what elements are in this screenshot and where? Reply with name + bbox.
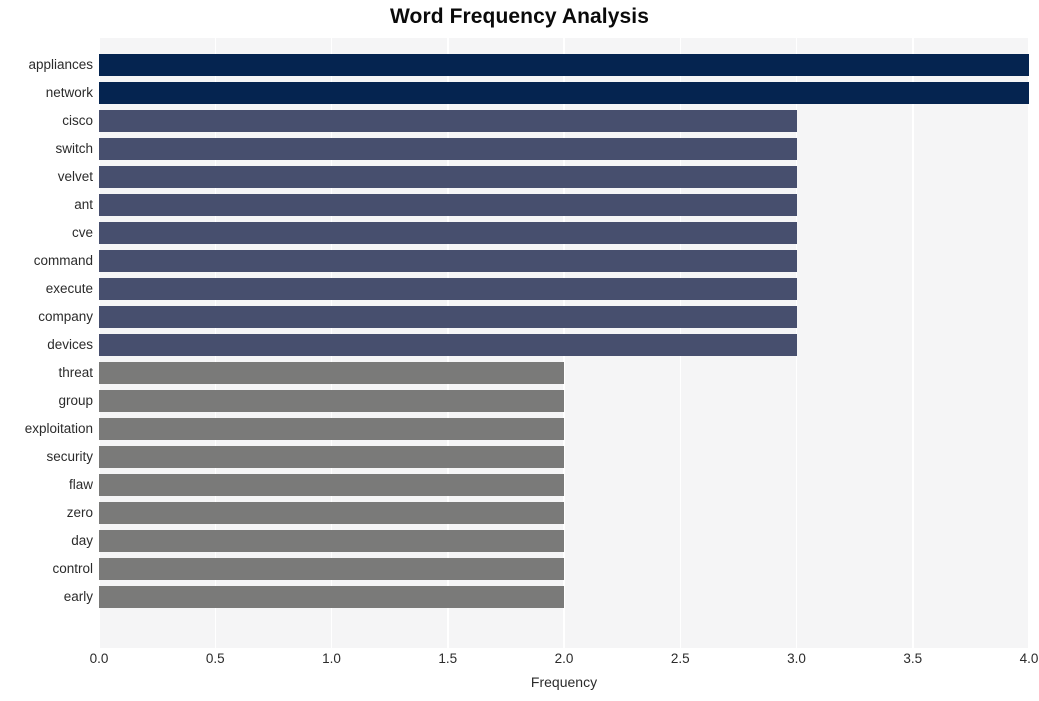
x-tick-2.5: 2.5 xyxy=(670,651,690,666)
x-tick-0.0: 0.0 xyxy=(89,651,109,666)
bar-exploitation[interactable] xyxy=(99,418,564,440)
bar-network[interactable] xyxy=(99,82,1029,104)
y-axis-label-velvet: velvet xyxy=(57,169,93,184)
bar-zero[interactable] xyxy=(99,502,564,524)
bar-early[interactable] xyxy=(99,586,564,608)
x-tick-3.0: 3.0 xyxy=(787,651,806,666)
x-tick-3.5: 3.5 xyxy=(903,651,923,666)
y-axis-label-cve: cve xyxy=(71,225,93,240)
x-tick-1.0: 1.0 xyxy=(322,651,341,666)
y-axis-label-switch: switch xyxy=(55,141,93,156)
bar-appliances[interactable] xyxy=(99,54,1029,76)
y-axis-label-flaw: flaw xyxy=(68,477,93,492)
y-axis-labels: appliances network cisco switch velvet ant cve… xyxy=(0,38,93,648)
bar-company[interactable] xyxy=(99,306,797,328)
bar-security[interactable] xyxy=(99,446,564,468)
y-axis-label-early: early xyxy=(63,589,93,604)
x-axis-title: Frequency xyxy=(530,674,598,690)
y-axis-label-devices: devices xyxy=(47,337,93,352)
word-frequency-chart: Word Frequency Analysis appliances networ… xyxy=(0,0,1039,701)
x-tick-4.0: 4.0 xyxy=(1019,651,1039,666)
y-axis-label-threat: threat xyxy=(58,365,93,380)
bar-devices[interactable] xyxy=(99,334,797,356)
y-axis-label-company: company xyxy=(38,309,93,324)
y-axis-label-zero: zero xyxy=(66,505,93,520)
bar-control[interactable] xyxy=(99,558,564,580)
plot-area xyxy=(99,38,1029,648)
bar-execute[interactable] xyxy=(99,278,797,300)
y-axis-label-ant: ant xyxy=(74,197,93,212)
x-tick-2.0: 2.0 xyxy=(554,651,574,666)
x-tick-1.5: 1.5 xyxy=(438,651,458,666)
bar-cve[interactable] xyxy=(99,222,797,244)
y-axis-label-control: control xyxy=(52,561,93,576)
bar-velvet[interactable] xyxy=(99,166,797,188)
bar-command[interactable] xyxy=(99,250,797,272)
y-axis-label-execute: execute xyxy=(45,281,93,296)
y-axis-label-command: command xyxy=(33,253,93,268)
y-axis-label-network: network xyxy=(45,85,93,100)
bar-group[interactable] xyxy=(99,390,564,412)
bar-threat[interactable] xyxy=(99,362,564,384)
y-axis-label-security: security xyxy=(46,449,93,464)
bar-day[interactable] xyxy=(99,530,564,552)
y-axis-label-cisco: cisco xyxy=(62,113,93,128)
bar-cisco[interactable] xyxy=(99,110,797,132)
y-axis-label-exploitation: exploitation xyxy=(24,421,93,436)
y-axis-label-appliances: appliances xyxy=(28,57,93,72)
y-axis-label-group: group xyxy=(58,393,93,408)
x-tick-0.5: 0.5 xyxy=(205,651,225,666)
x-axis-tick-labels: 0.0 0.5 1.0 1.5 2.0 2.5 3.0 3.5 4.0 xyxy=(90,651,1039,673)
bar-ant[interactable] xyxy=(99,194,797,216)
bar-flaw[interactable] xyxy=(99,474,564,496)
y-axis-label-day: day xyxy=(71,533,93,548)
bars-layer xyxy=(99,38,1029,648)
chart-title: Word Frequency Analysis xyxy=(389,5,650,28)
bar-switch[interactable] xyxy=(99,138,797,160)
